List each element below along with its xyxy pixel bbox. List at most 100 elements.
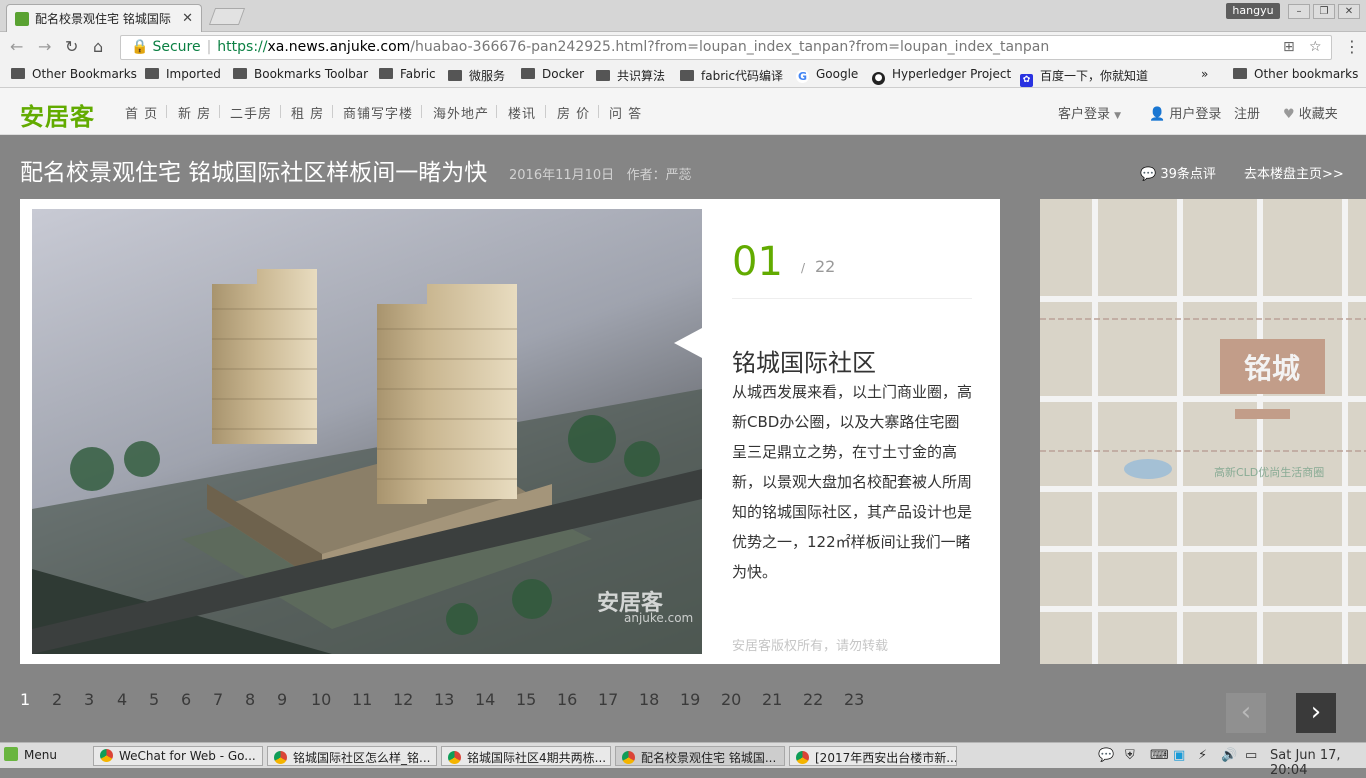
page-number-21[interactable]: 21 — [762, 690, 782, 709]
bookmark-consensus[interactable]: 共识算法 — [596, 67, 665, 84]
page-number-9[interactable]: 9 — [277, 690, 287, 709]
home-icon[interactable]: ⌂ — [93, 37, 103, 56]
slide-current-number: 01 — [732, 239, 783, 285]
lock-icon: 🔒 — [131, 39, 149, 55]
forward-arrow-icon[interactable]: → — [38, 37, 51, 56]
page-number-19[interactable]: 19 — [680, 690, 700, 709]
nav-overseas[interactable]: 海外地产 — [433, 103, 489, 122]
taskbar-window-1[interactable]: WeChat for Web - Go... — [93, 746, 263, 766]
taskbar-window-3[interactable]: 铭城国际社区4期共两栋... — [441, 746, 611, 766]
shield-tray-icon[interactable]: ⛨ — [1125, 748, 1135, 763]
bookmark-baidu[interactable]: ✿ 百度一下，你就知道 — [1020, 67, 1148, 87]
app-tray-icon[interactable]: ▣ — [1173, 748, 1185, 763]
page-number-1[interactable]: 1 — [20, 690, 30, 709]
new-tab-button[interactable] — [208, 8, 246, 25]
bookmark-imported[interactable]: Imported — [145, 67, 221, 81]
translate-icon[interactable]: ⊞ — [1283, 36, 1295, 59]
page-number-3[interactable]: 3 — [84, 690, 94, 709]
gallery-area: 配名校景观住宅 铭城国际社区样板间一睹为快 2016年11月10日 作者：严蕊 … — [0, 135, 1366, 742]
close-tab-icon[interactable]: ✕ — [182, 11, 193, 26]
page-number-22[interactable]: 22 — [803, 690, 823, 709]
bookmark-label: Fabric — [400, 67, 436, 81]
minimize-icon[interactable]: – — [1288, 4, 1310, 19]
page-number-8[interactable]: 8 — [245, 690, 255, 709]
user-login-link[interactable]: 👤 用户登录 — [1149, 103, 1221, 122]
bookmark-other-bookmarks-right[interactable]: Other bookmarks — [1233, 67, 1358, 81]
nav-home[interactable]: 首 页 — [125, 103, 158, 122]
bookmark-other-bookmarks[interactable]: Other Bookmarks — [11, 67, 137, 81]
bookmark-fabric[interactable]: Fabric — [379, 67, 436, 81]
page-number-4[interactable]: 4 — [117, 690, 127, 709]
next-slide-button[interactable]: › — [1296, 693, 1336, 733]
bookmark-hyperledger[interactable]: ● Hyperledger Project — [872, 67, 1011, 85]
prev-slide-button[interactable]: ‹ — [1226, 693, 1266, 733]
page-number-23[interactable]: 23 — [844, 690, 864, 709]
bookmarks-overflow-icon[interactable]: » — [1201, 67, 1208, 81]
page-number-10[interactable]: 10 — [311, 690, 331, 709]
register-link[interactable]: 注册 — [1234, 103, 1260, 122]
bookmark-label: Hyperledger Project — [892, 67, 1012, 81]
article-author: 作者：严蕊 — [626, 168, 692, 183]
nav-commercial[interactable]: 商铺写字楼 — [343, 103, 413, 122]
page-number-12[interactable]: 12 — [393, 690, 413, 709]
wechat-tray-icon[interactable]: 💬 — [1098, 748, 1114, 763]
reload-icon[interactable]: ↻ — [65, 37, 78, 56]
volume-tray-icon[interactable]: 🔊 — [1221, 748, 1237, 763]
page-number-6[interactable]: 6 — [181, 690, 191, 709]
bookmark-google[interactable]: G Google — [796, 67, 858, 83]
page-number-16[interactable]: 16 — [557, 690, 577, 709]
nav-new-homes[interactable]: 新 房 — [178, 103, 211, 122]
building-rendering-image[interactable]: 安居客 anjuke.com — [32, 209, 702, 654]
bookmark-star-icon[interactable]: ☆ — [1309, 36, 1322, 59]
nav-qa[interactable]: 问 答 — [609, 103, 642, 122]
page-number-11[interactable]: 11 — [352, 690, 372, 709]
keyboard-tray-icon[interactable]: ⌨ — [1150, 748, 1169, 763]
start-menu-button[interactable]: Menu — [4, 747, 57, 762]
bookmark-bookmarks-toolbar[interactable]: Bookmarks Toolbar — [233, 67, 368, 81]
restore-icon[interactable]: ❐ — [1313, 4, 1335, 19]
page-number-17[interactable]: 17 — [598, 690, 618, 709]
nav-rent[interactable]: 租 房 — [291, 103, 324, 122]
watermark-url: anjuke.com — [624, 611, 694, 625]
favorites-link[interactable]: ♥ 收藏夹 — [1283, 103, 1338, 122]
page-number-2[interactable]: 2 — [52, 690, 62, 709]
bookmark-fabric-build[interactable]: fabric代码编译 — [680, 67, 783, 84]
nav-second-hand[interactable]: 二手房 — [230, 103, 272, 122]
system-clock[interactable]: Sat Jun 17, 20:04 — [1270, 748, 1366, 778]
anjuke-logo[interactable]: 安居客 — [20, 97, 95, 132]
close-window-icon[interactable]: ✕ — [1338, 4, 1360, 19]
customer-login-dropdown[interactable]: 客户登录 ▼ — [1058, 103, 1121, 122]
address-bar[interactable]: 🔒 Secure | https://xa.news.anjuke.com/huaba… — [120, 35, 1332, 60]
chrome-icon — [274, 751, 287, 764]
nav-news[interactable]: 楼讯 — [508, 103, 536, 122]
page-number-20[interactable]: 20 — [721, 690, 741, 709]
location-map-thumbnail[interactable]: 铭城 高新CLD优尚生活商圈 — [1040, 199, 1366, 664]
bookmark-label: Docker — [542, 67, 585, 81]
page-number-13[interactable]: 13 — [434, 690, 454, 709]
battery-tray-icon[interactable]: ▭ — [1245, 748, 1257, 763]
property-home-link[interactable]: 去本楼盘主页>> — [1244, 163, 1344, 182]
back-arrow-icon[interactable]: ← — [10, 37, 23, 56]
active-tab[interactable]: 配名校景观住宅 铭城国际 ✕ — [6, 4, 202, 32]
comments-link[interactable]: 💬 39条点评 — [1140, 163, 1216, 182]
bookmark-docker[interactable]: Docker — [521, 67, 584, 81]
bookmark-microservices[interactable]: 微服务 — [448, 67, 505, 84]
page-number-15[interactable]: 15 — [516, 690, 536, 709]
bookmark-label: Other Bookmarks — [32, 67, 137, 81]
chevron-down-icon: ▼ — [1114, 111, 1122, 121]
taskbar-window-2[interactable]: 铭城国际社区怎么样_铭... — [267, 746, 437, 766]
menu-label: Menu — [24, 748, 57, 762]
profile-user-chip[interactable]: hangyu — [1226, 3, 1280, 19]
taskbar-window-4[interactable]: 配名校景观住宅 铭城国... — [615, 746, 785, 766]
user-icon: 👤 — [1149, 107, 1166, 122]
page-number-18[interactable]: 18 — [639, 690, 659, 709]
window-label: [2017年西安出台楼市新... — [815, 751, 957, 765]
site-header: 安居客 首 页 新 房 二手房 租 房 商铺写字楼 海外地产 楼讯 房 价 问 … — [0, 88, 1366, 135]
page-number-7[interactable]: 7 — [213, 690, 223, 709]
network-tray-icon[interactable]: ⚡ — [1198, 748, 1207, 763]
chrome-menu-icon[interactable]: ⋮ — [1344, 37, 1360, 56]
page-number-5[interactable]: 5 — [149, 690, 159, 709]
nav-prices[interactable]: 房 价 — [557, 103, 590, 122]
taskbar-window-5[interactable]: [2017年西安出台楼市新... — [789, 746, 957, 766]
page-number-14[interactable]: 14 — [475, 690, 495, 709]
